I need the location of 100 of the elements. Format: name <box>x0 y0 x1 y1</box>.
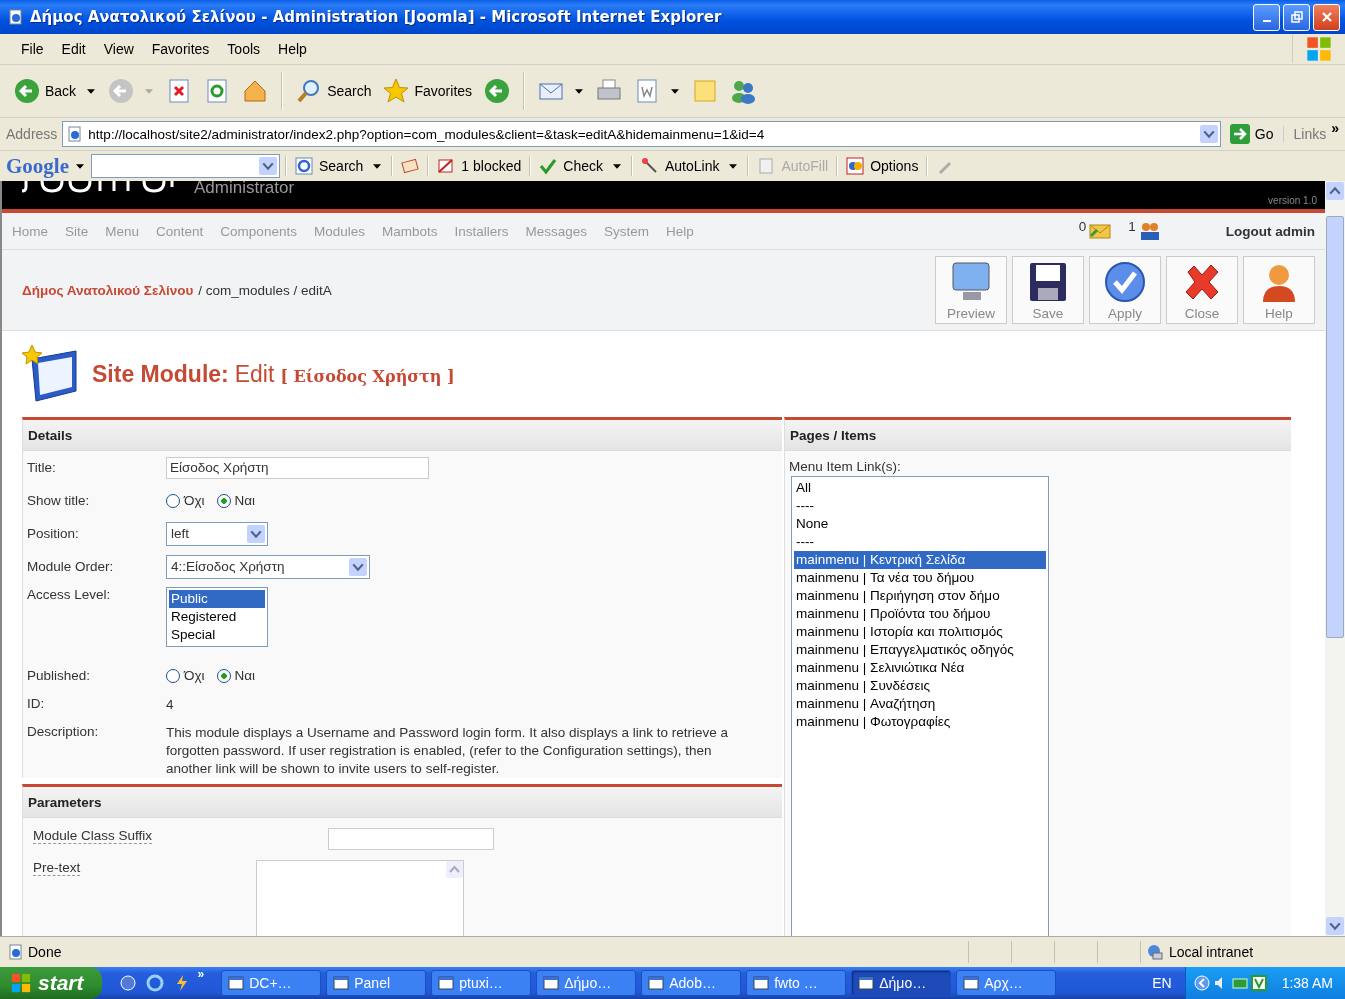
toolbar-action-button[interactable]: Preview <box>935 256 1007 324</box>
page-title: Site Module: <box>92 360 229 388</box>
taskbar-button[interactable]: Δήμο… <box>536 970 637 996</box>
toolbar-action-button[interactable]: Save <box>1012 256 1084 324</box>
list-option[interactable]: mainmenu | Περιήγηση στον δήμο <box>794 587 1046 605</box>
list-option[interactable]: Special <box>169 626 265 644</box>
links-button[interactable]: Links <box>1282 126 1327 142</box>
taskbar-button[interactable]: Panel <box>326 970 427 996</box>
list-option[interactable]: mainmenu | Φωτογραφίες <box>794 713 1046 731</box>
list-option[interactable]: mainmenu | Τα νέα του δήμου <box>794 569 1046 587</box>
section-header: Parameters <box>23 787 782 818</box>
list-option[interactable]: mainmenu | Αναζήτηση <box>794 695 1046 713</box>
star-icon <box>383 78 410 104</box>
admin-subtitle: Administrator <box>194 181 295 198</box>
window-icon <box>753 975 770 991</box>
ie-icon[interactable] <box>145 974 164 992</box>
toolbar-action-button[interactable]: Close <box>1166 256 1238 324</box>
menu-item[interactable]: View <box>94 39 143 59</box>
restore-icon <box>1290 11 1303 23</box>
taskbar-button[interactable]: Adob… <box>641 970 742 996</box>
caret-icon[interactable] <box>87 88 96 94</box>
minimize-icon <box>1262 20 1271 22</box>
text-field[interactable]: Είσοδος Χρήστη <box>166 456 429 479</box>
chevron-left-icon[interactable] <box>1193 975 1210 991</box>
google-toolbar-button[interactable]: Search <box>292 155 367 177</box>
scroll-thumb[interactable] <box>1326 216 1344 638</box>
scroll-up-icon[interactable] <box>446 861 464 878</box>
start-button[interactable]: start <box>0 967 102 999</box>
scrollbar[interactable] <box>1325 181 1345 936</box>
toolbar-button[interactable]: Search <box>292 76 376 106</box>
menu-item[interactable]: File <box>12 39 53 59</box>
list-option[interactable]: ---- <box>794 533 1046 551</box>
google-toolbar-button[interactable]: AutoLink <box>638 155 723 177</box>
breadcrumb-link[interactable]: Δήμος Ανατολικού Σελίνου <box>22 282 194 298</box>
caret-icon[interactable] <box>575 88 584 94</box>
network-icon[interactable] <box>1231 975 1248 991</box>
caret-icon[interactable] <box>671 88 680 94</box>
list-option[interactable]: mainmenu | Επαγγελματικός οδηγός <box>794 641 1046 659</box>
toolbar-action-button[interactable]: Help <box>1243 256 1315 324</box>
caret-icon[interactable] <box>613 163 621 169</box>
menu-item[interactable]: Tools <box>218 39 270 59</box>
caret-icon[interactable] <box>373 163 382 169</box>
taskbar-button[interactable]: ptuxi… <box>431 970 532 996</box>
search-field[interactable] <box>91 154 280 178</box>
language-indicator[interactable]: EN <box>1152 975 1172 991</box>
window-icon <box>333 975 350 991</box>
list-option[interactable]: Registered <box>169 608 265 626</box>
google-toolbar-button[interactable]: Check <box>536 155 606 177</box>
more-chevron[interactable]: » <box>197 967 205 981</box>
field-label: Module Class Suffix <box>33 828 153 844</box>
radio-button[interactable] <box>166 668 180 683</box>
minimize-button[interactable] <box>1253 3 1280 31</box>
taskbar-button[interactable]: Δήμο… <box>851 970 952 996</box>
list-option[interactable]: mainmenu | Ιστορία και πολιτισμός <box>794 623 1046 641</box>
restore-button[interactable] <box>1283 3 1310 31</box>
google-toolbar-button[interactable]: 1 blocked <box>434 155 525 177</box>
g-search-icon <box>295 157 313 175</box>
text-field[interactable] <box>328 828 495 850</box>
window-title: Δήμος Ανατολικού Σελίνου - Administration [Joomla] - Microsoft Internet Explorer <box>30 8 723 26</box>
toolbar-button[interactable]: Back <box>10 76 81 106</box>
taskbar-button[interactable]: Αρχ… <box>956 970 1057 996</box>
tray-app-icon[interactable] <box>1250 975 1267 991</box>
dropdown[interactable]: left <box>166 521 268 546</box>
scroll-down-icon[interactable] <box>1326 917 1344 935</box>
scroll-up-icon[interactable] <box>1326 182 1344 200</box>
radio-button[interactable] <box>166 493 180 508</box>
menu-item[interactable]: Favorites <box>142 39 219 59</box>
menu-item[interactable]: Edit <box>52 39 95 59</box>
close-button[interactable] <box>1313 3 1340 31</box>
address-label: Address <box>6 126 58 142</box>
toolbar-action-button[interactable]: Apply <box>1089 256 1161 324</box>
logout-link[interactable]: Logout admin <box>1225 223 1315 239</box>
list-option[interactable]: mainmenu | Συνδέσεις <box>794 677 1046 695</box>
caret-icon[interactable] <box>729 163 738 169</box>
users-icon[interactable] <box>1138 220 1161 242</box>
more-chevron[interactable]: » <box>1331 120 1339 136</box>
radio-label: Ναι <box>234 493 256 508</box>
list-option[interactable]: mainmenu | Προϊόντα του δήμου <box>794 605 1046 623</box>
taskbar-button[interactable]: DC+… <box>221 970 322 996</box>
caret-icon[interactable] <box>76 163 84 169</box>
google-toolbar-button[interactable]: Options <box>843 155 922 177</box>
list-option[interactable]: Public <box>169 590 265 608</box>
list-option[interactable]: mainmenu | Κεντρική Σελίδα <box>794 551 1046 569</box>
window-icon <box>228 975 245 991</box>
windows-logo-icon <box>10 972 32 994</box>
radio-button[interactable] <box>216 493 231 508</box>
list-option[interactable]: ---- <box>794 497 1046 515</box>
menu-item[interactable]: Help <box>269 39 316 59</box>
list-option[interactable]: mainmenu | Σελινιώτικα Νέα <box>794 659 1046 677</box>
address-field[interactable]: http://localhost/site2/administrator/index2.php?option=com_modules&client=&task=editA&hidemainmenu=1&id=4 <box>62 121 1221 147</box>
taskbar-button[interactable]: fwto … <box>746 970 847 996</box>
app-icon[interactable] <box>118 974 137 992</box>
toolbar-button[interactable]: Favorites <box>379 76 477 106</box>
go-button[interactable]: Go <box>1225 122 1278 146</box>
dropdown[interactable]: 4::Είσοδος Χρήστη <box>166 554 370 579</box>
field-label: Position: <box>27 526 80 541</box>
module-name: [ Είσοδος Χρήστη ] <box>280 366 455 386</box>
list-option[interactable]: All <box>794 479 1046 497</box>
list-option[interactable]: None <box>794 515 1046 533</box>
radio-button[interactable] <box>216 668 231 683</box>
